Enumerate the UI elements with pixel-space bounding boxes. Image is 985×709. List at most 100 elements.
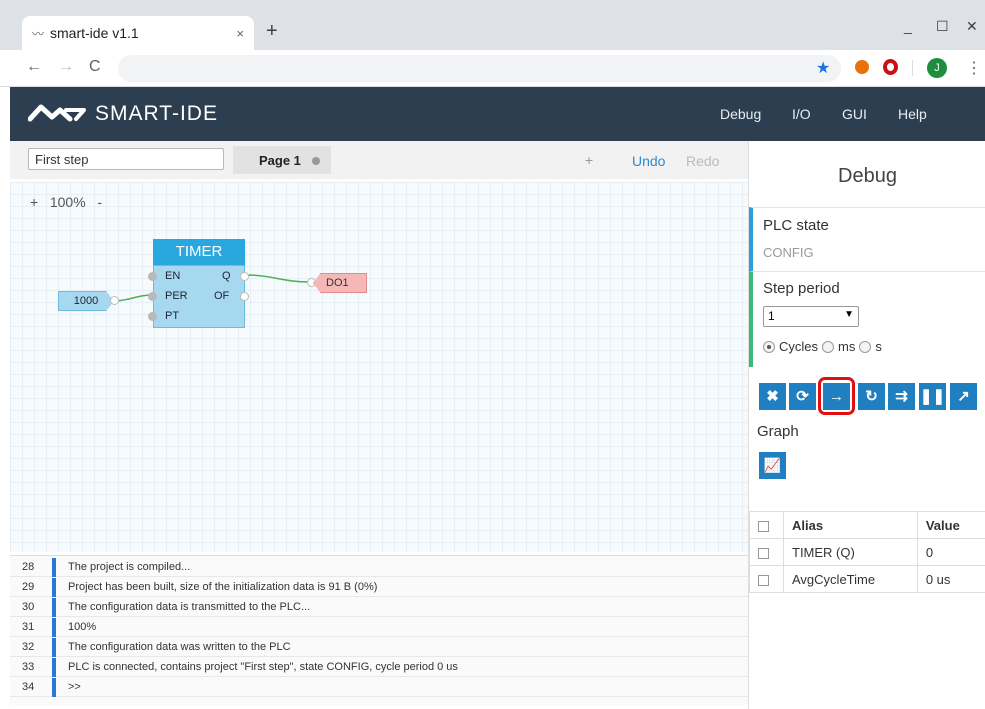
timer-block-title[interactable]: TIMER (153, 239, 245, 265)
close-window-button[interactable]: ✕ (966, 18, 978, 35)
port-pt[interactable] (148, 312, 157, 321)
wires (113, 274, 311, 302)
redo-button[interactable]: Redo (686, 153, 719, 169)
close-tab-icon[interactable]: × (236, 26, 244, 41)
row-checkbox[interactable] (758, 574, 769, 586)
line-text: 100% (68, 621, 97, 633)
line-number: 30 (22, 601, 35, 613)
pin-per: PER (165, 290, 188, 302)
maximize-button[interactable]: ☐ (936, 18, 949, 35)
step-button-highlight (818, 377, 855, 415)
line-text: The configuration data was written to th… (68, 641, 291, 653)
select-all-checkbox[interactable] (758, 520, 769, 532)
line-marker (52, 598, 56, 617)
console-line: 28 The project is compiled... (10, 558, 748, 577)
line-number: 33 (22, 661, 35, 673)
nav-debug[interactable]: Debug (720, 106, 761, 122)
constant-block[interactable]: 1000 (58, 291, 114, 311)
output-tag-do1[interactable]: DO1 (313, 273, 367, 293)
nav-io[interactable]: I/O (792, 106, 811, 122)
browser-tabstrip: 〰 smart-ide v1.1 × + _ ☐ ✕ (0, 0, 985, 50)
step-period-label: Step period (763, 280, 840, 297)
watch-table: Alias Value TIMER (Q) 0 AvgCycleTime 0 u… (749, 511, 985, 593)
step-period-select[interactable]: 1 ▼ (763, 306, 859, 327)
table-row: AvgCycleTime 0 us (749, 565, 985, 593)
diagram-canvas[interactable]: + 100% - TIMER EN PER PT Q OF 1000 DO1 (10, 182, 748, 552)
step-period-value: 1 (768, 309, 775, 323)
browser-toolbar: ← → C ★ J ⋮ (0, 50, 985, 87)
value-cell: 0 us (916, 565, 985, 593)
profile-avatar[interactable]: J (927, 58, 947, 78)
timer-block[interactable]: EN PER PT Q OF (148, 265, 249, 328)
port-of[interactable] (240, 292, 249, 301)
opera-extension-icon[interactable] (883, 59, 898, 75)
unit-radio-group: Cycles ms s (763, 339, 882, 354)
console-line: 31 100% (10, 618, 748, 637)
wire-const-per (113, 294, 151, 302)
toolbar-separator (912, 60, 913, 76)
console-line: 33 PLC is connected, contains project "F… (10, 658, 748, 677)
plc-state-section: PLC state CONFIG (749, 207, 985, 271)
graph-button[interactable]: 📈 (759, 452, 786, 479)
add-page-button[interactable]: + (585, 152, 593, 168)
port-q[interactable] (240, 272, 249, 281)
table-header-row: Alias Value (749, 511, 985, 539)
alias-cell: TIMER (Q) (783, 538, 918, 566)
stop-button[interactable]: ✖ (759, 383, 786, 410)
bookmark-star-icon[interactable]: ★ (816, 58, 830, 78)
nav-gui[interactable]: GUI (842, 106, 867, 122)
nav-help[interactable]: Help (898, 106, 927, 122)
back-icon[interactable]: ← (26, 58, 42, 76)
line-marker (52, 618, 56, 637)
radio-s[interactable] (859, 340, 872, 353)
run-button[interactable]: ⇉ (888, 383, 915, 410)
port-per[interactable] (148, 292, 157, 301)
table-row: TIMER (Q) 0 (749, 538, 985, 566)
radio-ms[interactable] (822, 340, 835, 353)
console-prompt: >> (68, 681, 81, 693)
radio-ms-label: ms (838, 339, 856, 354)
project-name-input[interactable] (28, 148, 224, 170)
new-tab-button[interactable]: + (266, 20, 278, 43)
restart-button[interactable]: ⟳ (789, 383, 816, 410)
select-all-cell (749, 511, 784, 539)
row-select-cell (749, 538, 784, 566)
alias-cell: AvgCycleTime (783, 565, 918, 593)
plc-state-value: CONFIG (763, 245, 814, 260)
app-brand: SMART-IDE (95, 102, 218, 125)
browser-tab[interactable]: 〰 smart-ide v1.1 × (22, 16, 254, 50)
trend-button[interactable]: ↗ (950, 383, 977, 410)
step-period-section: Step period 1 ▼ Cycles ms s (749, 271, 985, 367)
console-line: 32 The configuration data was written to… (10, 638, 748, 657)
page-tab-label: Page 1 (259, 153, 301, 168)
line-marker (52, 638, 56, 657)
constant-out-port[interactable] (110, 296, 119, 305)
smart-ide-logo-icon (28, 104, 86, 122)
line-number: 32 (22, 641, 35, 653)
radio-cycles[interactable] (763, 340, 775, 353)
line-text: PLC is connected, contains project "Firs… (68, 661, 458, 673)
undo-button[interactable]: Undo (632, 153, 665, 169)
pause-button[interactable]: ❚❚ (919, 383, 946, 410)
cycle-button[interactable]: ↻ (858, 383, 885, 410)
line-number: 29 (22, 581, 35, 593)
page-status-dot-icon (312, 157, 320, 165)
line-text: The configuration data is transmitted to… (68, 601, 311, 613)
address-bar[interactable] (118, 55, 841, 82)
app-header: SMART-IDE Debug I/O GUI Help (10, 87, 985, 141)
tab-page-1[interactable]: Page 1 (233, 146, 331, 174)
line-text: The project is compiled... (68, 561, 191, 573)
value-cell: 0 (916, 538, 985, 566)
value-header: Value (916, 511, 985, 539)
forward-icon[interactable]: → (58, 58, 74, 76)
line-number: 28 (22, 561, 35, 573)
line-marker (52, 578, 56, 597)
extension-icon[interactable] (855, 60, 869, 74)
reload-icon[interactable]: C (89, 58, 101, 76)
console-input-line[interactable]: 34 >> (10, 678, 748, 697)
row-checkbox[interactable] (758, 547, 769, 559)
port-en[interactable] (148, 272, 157, 281)
browser-menu-icon[interactable]: ⋮ (966, 58, 982, 78)
minimize-button[interactable]: _ (904, 18, 912, 34)
page-toolbar: Page 1 + Undo Redo (10, 141, 748, 179)
